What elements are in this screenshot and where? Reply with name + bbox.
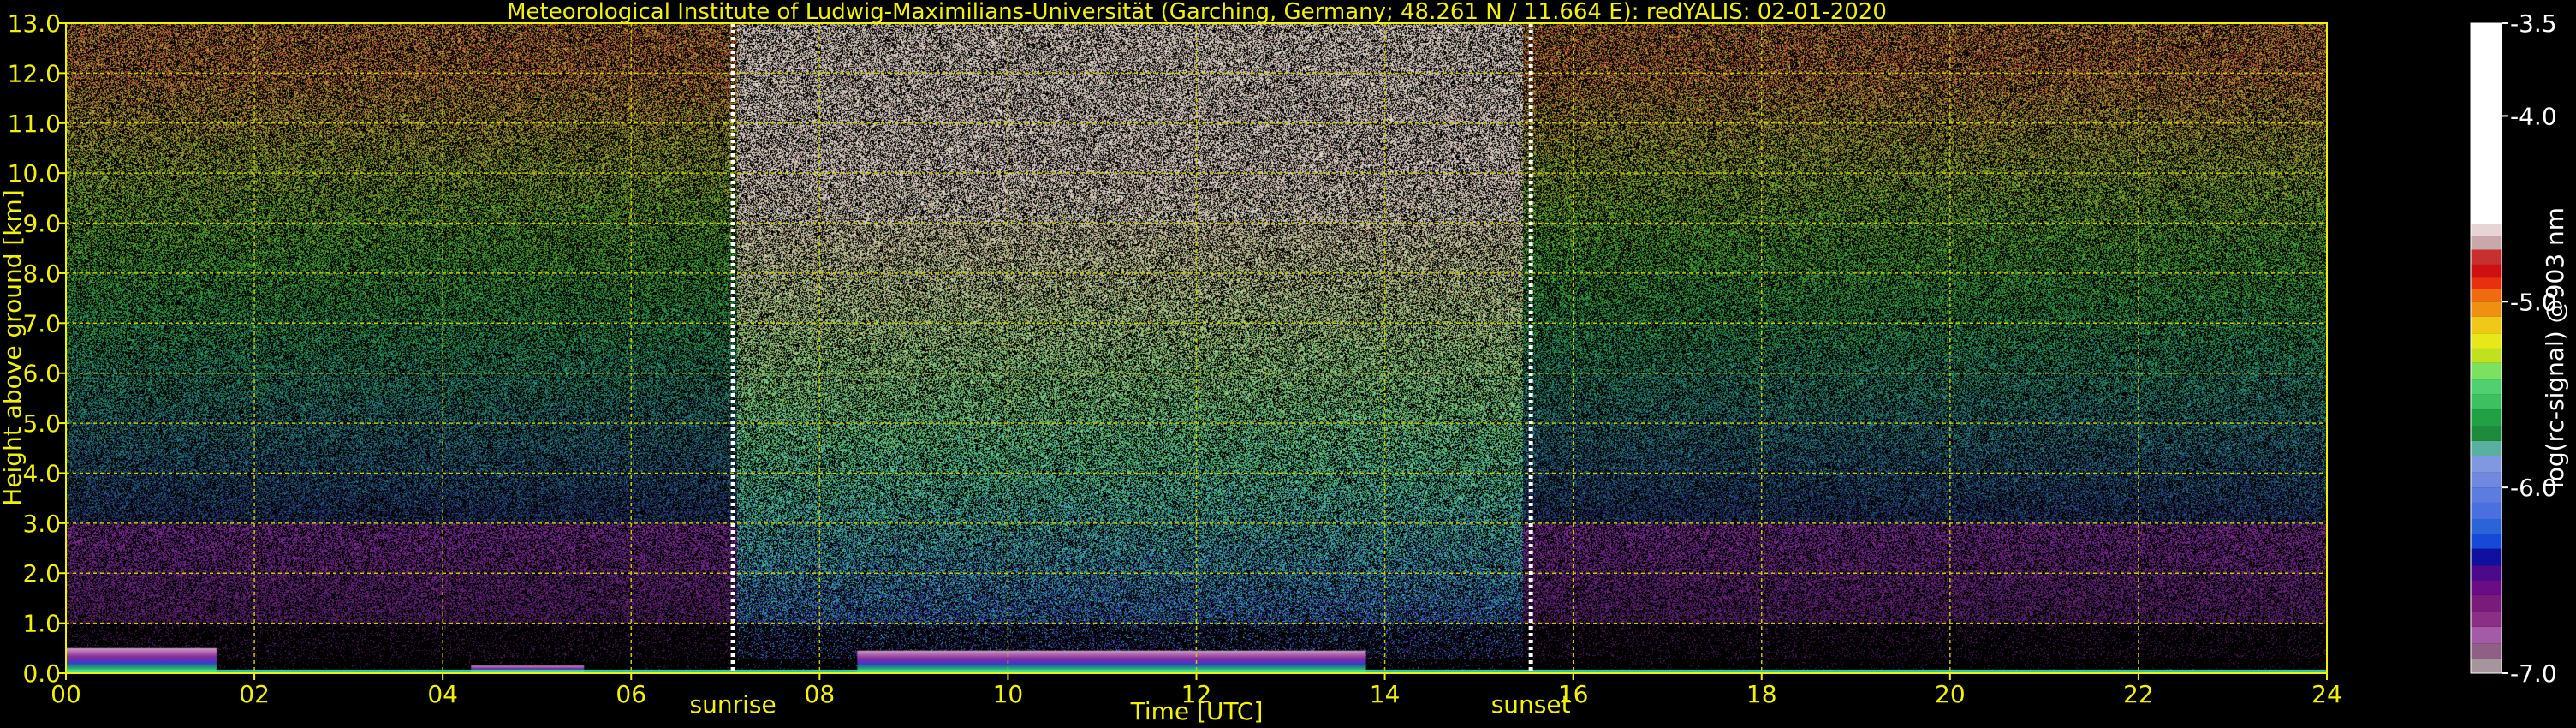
- colorbar-swatch: [2471, 426, 2502, 441]
- x-tick-label: 08: [805, 680, 836, 708]
- colorbar-swatch: [2471, 409, 2502, 427]
- colorbar-swatches: [2471, 23, 2502, 673]
- colorbar-swatch: [2471, 456, 2502, 473]
- colorbar-swatch: [2471, 658, 2502, 673]
- colorbar-swatch: [2471, 333, 2502, 349]
- x-tick-label: 18: [1746, 680, 1777, 708]
- colorbar-swatch: [2471, 236, 2502, 250]
- colorbar-swatch: [2471, 534, 2502, 549]
- x-tick-label: 20: [1935, 680, 1966, 708]
- chart-overlay: 00 02 04 06 08 10 12 14 16 18 20 22 24 0.01.02.03.04…: [0, 0, 2569, 725]
- y-axis-label: Height above ground [km]: [0, 189, 27, 506]
- y-tick-label: 3.0: [22, 510, 61, 538]
- colorbar: -3.5-4.0-5.0-6.0-7.0 log(rc-signal) @903…: [2470, 9, 2569, 688]
- y-tick-label: 2.0: [22, 559, 61, 588]
- y-tick-label: 13.0: [8, 9, 61, 38]
- sun-annotation-label: sunrise: [690, 690, 776, 719]
- x-tick-label: 10: [993, 680, 1024, 708]
- x-tick-label: 06: [616, 680, 646, 708]
- colorbar-tick-label: -7.0: [2510, 659, 2557, 688]
- chart-title: Meteorological Institute of Ludwig-Maxim…: [507, 0, 1887, 25]
- y-tick-label: 7.0: [22, 309, 61, 337]
- x-tick-label: 04: [427, 680, 458, 708]
- colorbar-swatch: [2471, 289, 2502, 302]
- y-tick-label: 1.0: [22, 610, 61, 638]
- colorbar-swatch: [2471, 23, 2502, 224]
- y-tick-label: 10.0: [8, 159, 61, 188]
- colorbar-swatch: [2471, 440, 2502, 456]
- y-tick-label: 6.0: [22, 360, 61, 388]
- y-tick-label: 4.0: [22, 459, 61, 487]
- y-tick-label: 12.0: [8, 59, 61, 87]
- y-tick-label: 0.0: [22, 659, 61, 688]
- colorbar-swatch: [2471, 394, 2502, 410]
- colorbar-swatch: [2471, 502, 2502, 520]
- sun-annotation-label: sunset: [1491, 690, 1571, 719]
- colorbar-swatch: [2471, 264, 2502, 278]
- x-axis-label: Time [UTC]: [1130, 697, 1264, 725]
- y-tick-label: 8.0: [22, 260, 61, 288]
- colorbar-swatch: [2471, 348, 2502, 363]
- x-tick-label: 24: [2311, 680, 2342, 708]
- y-tick-label: 5.0: [22, 409, 61, 438]
- x-tick-label: 14: [1370, 680, 1401, 708]
- colorbar-swatch: [2471, 316, 2502, 334]
- y-tick-label: 11.0: [8, 110, 61, 138]
- x-tick-label: 22: [2123, 680, 2154, 708]
- y-tick-label: 9.0: [22, 210, 61, 238]
- colorbar-swatch: [2471, 362, 2502, 380]
- colorbar-swatch: [2471, 594, 2502, 612]
- colorbar-swatch: [2471, 565, 2502, 581]
- colorbar-swatch: [2471, 580, 2502, 595]
- x-tick-label: 02: [239, 680, 270, 708]
- colorbar-swatch: [2471, 472, 2502, 488]
- colorbar-swatch: [2471, 643, 2502, 659]
- colorbar-swatch: [2471, 626, 2502, 644]
- colorbar-swatch: [2471, 487, 2502, 503]
- colorbar-swatch: [2471, 548, 2502, 566]
- grid-lines: [66, 23, 2327, 673]
- colorbar-swatch: [2471, 249, 2502, 265]
- colorbar-swatch: [2471, 277, 2502, 289]
- colorbar-swatch: [2471, 612, 2502, 627]
- colorbar-tick-label: -4.0: [2510, 102, 2557, 130]
- colorbar-swatch: [2471, 224, 2502, 237]
- colorbar-label: log(rc-signal) @903 nm: [2541, 207, 2569, 488]
- colorbar-tick-label: -3.5: [2510, 9, 2557, 38]
- colorbar-swatch: [2471, 379, 2502, 395]
- colorbar-swatch: [2471, 301, 2502, 317]
- lidar-figure: 00 02 04 06 08 10 12 14 16 18 20 22 24 0.0 1.0 2.0 3.0 4…: [0, 0, 2576, 728]
- colorbar-swatch: [2471, 519, 2502, 534]
- sun-markers: [730, 23, 1533, 673]
